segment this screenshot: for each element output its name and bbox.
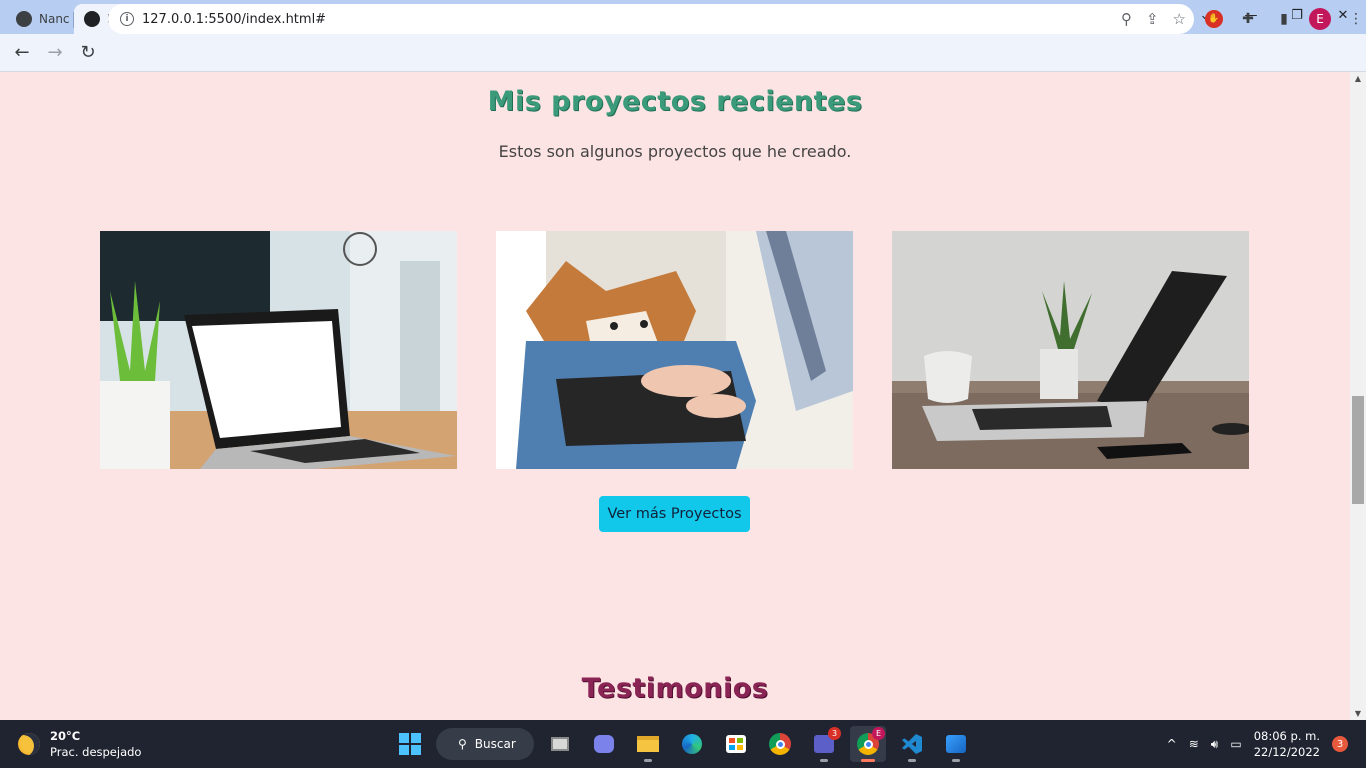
project-image-laptop-google[interactable]: [100, 231, 457, 469]
forward-icon[interactable]: →: [39, 38, 71, 68]
reload-icon[interactable]: ↻: [72, 38, 104, 68]
projects-title: Mis proyectos recientes: [487, 86, 863, 117]
target-icon: [16, 11, 32, 27]
zoom-icon[interactable]: ⚲: [1121, 10, 1132, 28]
chrome-profile-badge: E: [872, 727, 885, 740]
taskbar-apps: ⚲ Buscar 3 E: [392, 726, 974, 762]
testimonials-title: Testimonios: [581, 673, 769, 704]
windows-logo-icon: [399, 733, 421, 755]
vscode-icon[interactable]: [894, 726, 930, 762]
project-image-dog-laptop[interactable]: [496, 231, 853, 469]
menu-icon[interactable]: ⋮: [1345, 8, 1366, 30]
file-explorer-icon[interactable]: [630, 726, 666, 762]
profile-avatar[interactable]: E: [1309, 8, 1331, 30]
search-icon: ⚲: [458, 737, 467, 751]
search-label: Buscar: [474, 737, 516, 751]
start-icon[interactable]: [392, 726, 428, 762]
teams-badge: 3: [828, 727, 841, 740]
browser-tab[interactable]: Nanc: [6, 4, 74, 34]
more-projects-button[interactable]: Ver más Proyectos: [599, 496, 750, 532]
notification-badge[interactable]: 3: [1332, 736, 1348, 752]
extensions-puzzle-icon[interactable]: ✚: [1237, 8, 1259, 30]
page-viewport: Mis proyectos recientes Estos son alguno…: [0, 72, 1350, 720]
clock[interactable]: 08:06 p. m. 22/12/2022: [1254, 728, 1320, 760]
site-info-icon[interactable]: i: [120, 12, 134, 26]
laptop-cup-photo: [892, 231, 1249, 469]
taskbar-search[interactable]: ⚲ Buscar: [436, 728, 534, 760]
url-text: 127.0.0.1:5500/index.html#: [142, 11, 327, 27]
weather-moon-icon: [18, 733, 40, 755]
tray-overflow-icon[interactable]: ^: [1167, 737, 1177, 751]
side-panel-icon[interactable]: ▮: [1273, 8, 1295, 30]
battery-icon[interactable]: ▭: [1230, 737, 1241, 751]
scroll-down-icon[interactable]: ▼: [1350, 709, 1366, 718]
scroll-up-icon[interactable]: ▲: [1350, 74, 1366, 83]
system-tray: ^ ≋ 🔊︎ ▭ 08:06 p. m. 22/12/2022 3: [1167, 720, 1348, 768]
wifi-icon[interactable]: ≋: [1189, 737, 1199, 751]
tab-label: Nanc: [39, 12, 69, 26]
edge-icon[interactable]: [674, 726, 710, 762]
browser-toolbar: ← → ↻: [0, 34, 1366, 72]
weather-widget[interactable]: 20°C Prac. despejado: [18, 728, 141, 760]
date: 22/12/2022: [1253, 745, 1320, 759]
temperature: 20°C: [50, 729, 81, 743]
dog-laptop-photo: [496, 231, 853, 469]
vertical-scrollbar[interactable]: ▲ ▼: [1350, 72, 1366, 720]
share-icon[interactable]: ⇪: [1146, 10, 1159, 28]
teams-chat-icon[interactable]: [586, 726, 622, 762]
chrome-icon[interactable]: [762, 726, 798, 762]
teams-icon[interactable]: 3: [806, 726, 842, 762]
taskbar: 20°C Prac. despejado ⚲ Buscar 3 E ^ ≋ 🔊︎…: [0, 720, 1366, 768]
weather-text: Prac. despejado: [50, 745, 142, 759]
projects-subtitle: Estos son algunos proyectos que he cread…: [498, 142, 852, 161]
extensions-area: ✋ ✚ ▮ E ⋮: [1205, 4, 1366, 34]
chrome-profile-icon[interactable]: E: [850, 726, 886, 762]
stop-extension-icon[interactable]: ✋: [1205, 10, 1223, 28]
store-icon[interactable]: [718, 726, 754, 762]
photos-icon[interactable]: [938, 726, 974, 762]
task-view-icon[interactable]: [542, 726, 578, 762]
project-image-laptop-cup[interactable]: [892, 231, 1249, 469]
time: 08:06 p. m.: [1253, 729, 1320, 743]
volume-icon[interactable]: 🔊︎: [1211, 737, 1219, 752]
bookmark-star-icon[interactable]: ☆: [1173, 10, 1186, 28]
laptop-google-photo: [100, 231, 457, 469]
globe-icon: [84, 11, 100, 27]
address-bar[interactable]: i 127.0.0.1:5500/index.html# ⚲ ⇪ ☆: [108, 4, 1194, 34]
scrollbar-thumb[interactable]: [1352, 396, 1364, 504]
back-icon[interactable]: ←: [6, 38, 38, 68]
